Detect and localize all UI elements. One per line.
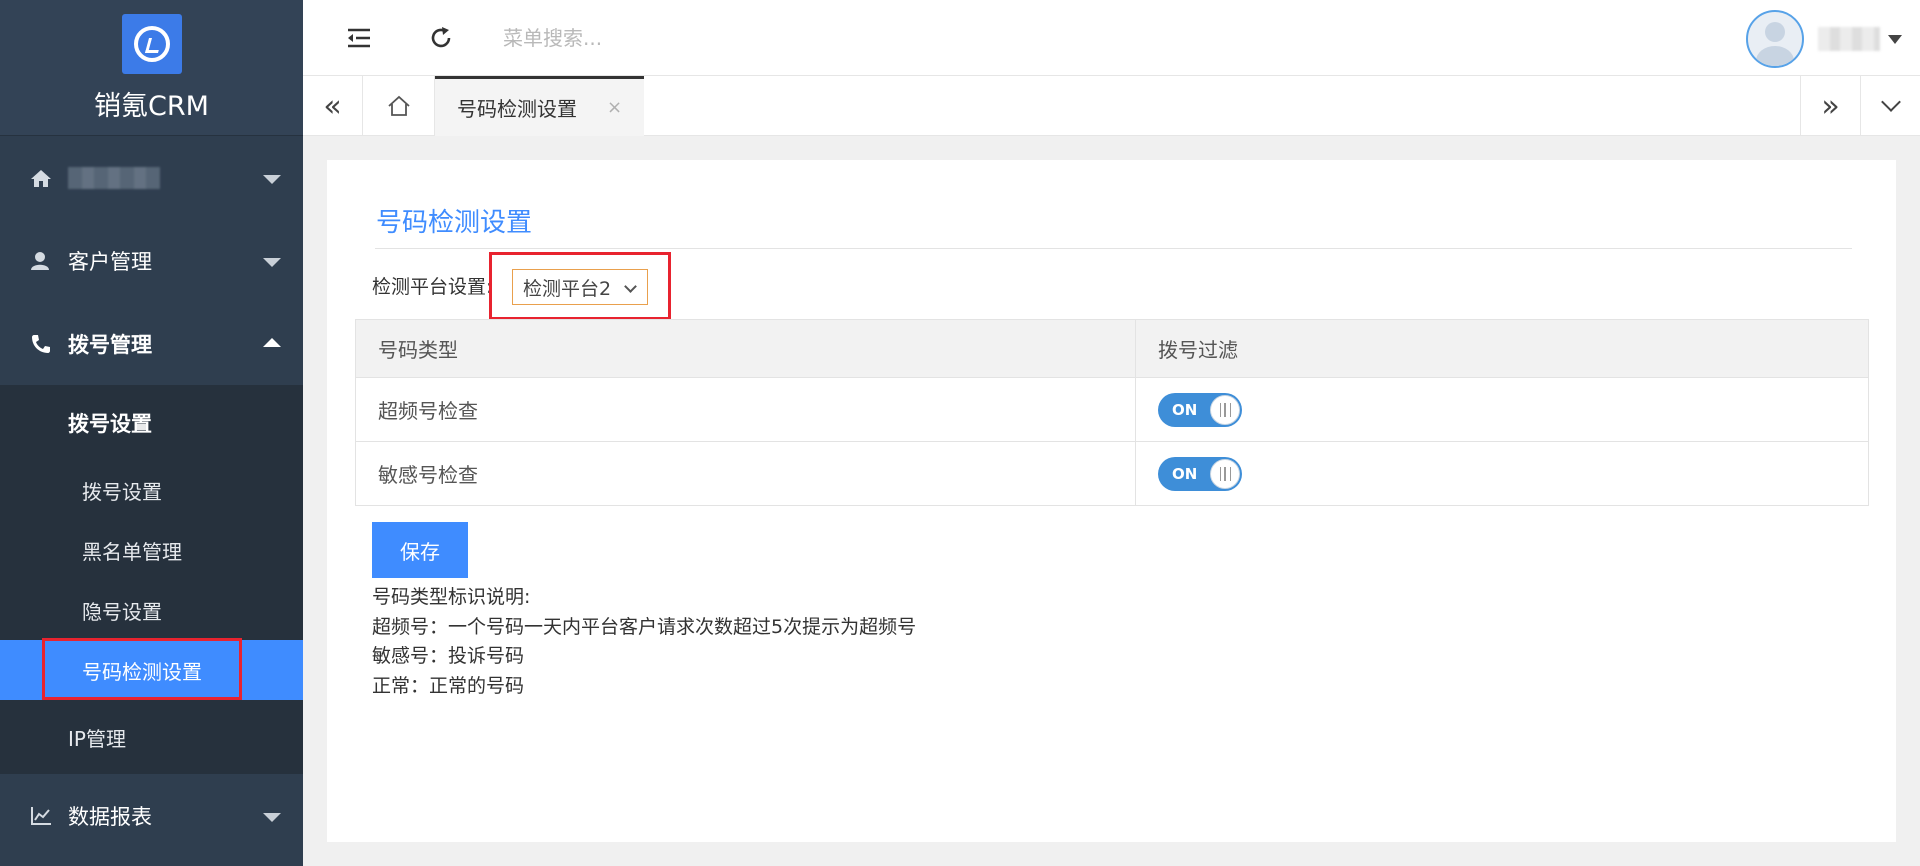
toggle-state: ON	[1172, 464, 1198, 483]
sidebar-item-dial-settings[interactable]: 拨号设置	[0, 460, 303, 520]
table-row: 超频号检查 ON	[355, 377, 1869, 442]
sidebar-item-label: 拨号管理	[68, 332, 152, 357]
sidebar-item-hidden-number[interactable]: 隐号设置	[0, 580, 303, 640]
sidebar-item-ip[interactable]: IP管理	[0, 700, 303, 774]
menu-toggle-icon[interactable]	[339, 18, 379, 58]
notes-line: 号码类型标识说明:	[372, 586, 531, 608]
toggle-knob	[1210, 458, 1240, 489]
column-header: 号码类型	[355, 319, 1136, 378]
submenu-header-dial-settings[interactable]: 拨号设置	[0, 385, 303, 460]
sidebar-item-label: 数据报表	[68, 804, 152, 829]
phone-icon	[28, 333, 54, 355]
sensitive-check-toggle[interactable]: ON	[1158, 456, 1242, 491]
brand: 销氪CRM	[0, 0, 303, 136]
table-row: 敏感号检查 ON	[355, 441, 1869, 506]
caret-down-icon[interactable]	[1888, 34, 1902, 44]
sidebar-item-blacklist[interactable]: 黑名单管理	[0, 520, 303, 580]
frequency-check-toggle[interactable]: ON	[1158, 392, 1242, 427]
refresh-icon[interactable]	[421, 18, 461, 58]
user-icon	[28, 250, 54, 272]
user-name-redacted	[1818, 27, 1880, 51]
sidebar-item-label: 客户管理	[68, 249, 152, 274]
toggle-knob	[1210, 394, 1240, 425]
dialing-submenu: 拨号设置 拨号设置 黑名单管理 隐号设置 号码检测设置 IP管理	[0, 385, 303, 774]
sidebar-item-dialing[interactable]: 拨号管理	[0, 302, 303, 385]
number-type-cell: 超频号检查	[355, 377, 1136, 442]
user-menu[interactable]	[1746, 10, 1902, 68]
filter-cell: ON	[1135, 377, 1869, 442]
avatar[interactable]	[1746, 10, 1804, 68]
notes-line: 正常：正常的号码	[372, 674, 525, 697]
caret-down-icon	[263, 812, 281, 822]
highlight-box	[42, 638, 242, 700]
sidebar-item-reports[interactable]: 数据报表	[0, 774, 303, 857]
platform-select[interactable]: 检测平台2	[512, 269, 648, 305]
divider	[375, 248, 1852, 249]
notes: 号码类型标识说明: 超频号：一个号码一天内平台客户请求次数超过5次提示为超频号 …	[372, 583, 916, 701]
notes-line: 敏感号：投诉号码	[372, 645, 525, 667]
caret-up-icon	[263, 337, 281, 347]
notes-line: 超频号：一个号码一天内平台客户请求次数超过5次提示为超频号	[372, 615, 917, 638]
caret-down-icon	[263, 257, 281, 267]
page-title: 号码检测设置	[376, 208, 533, 238]
number-check-table: 号码类型 拨号过滤 超频号检查 ON 敏感号检查 ON	[355, 319, 1869, 506]
caret-down-icon	[263, 174, 281, 184]
topbar	[303, 0, 1920, 76]
filter-cell: ON	[1135, 441, 1869, 506]
sidebar-item-label-redacted	[68, 166, 160, 189]
tabs-menu-icon[interactable]	[1860, 76, 1920, 136]
brand-title: 销氪CRM	[94, 91, 209, 122]
highlight-box: 检测平台2	[489, 252, 671, 320]
column-header: 拨号过滤	[1135, 319, 1869, 378]
save-button[interactable]: 保存	[372, 522, 468, 578]
chart-icon	[28, 805, 54, 827]
sidebar: 销氪CRM 客户管理 拨号管理 拨号设置 拨号设置 黑名单管理 隐号设置 号码检…	[0, 0, 303, 866]
tab-label: 号码检测设置	[457, 97, 577, 121]
table-header-row: 号码类型 拨号过滤	[355, 319, 1869, 378]
content-panel: 号码检测设置 检测平台设置: 检测平台2 号码类型 拨号过滤 超频号检查 ON …	[327, 160, 1896, 842]
chevron-down-icon	[624, 280, 637, 293]
sidebar-item-customers[interactable]: 客户管理	[0, 219, 303, 302]
tabs-scroll-left-icon[interactable]: «	[303, 76, 363, 136]
sidebar-item-number-check[interactable]: 号码检测设置	[0, 638, 303, 700]
toggle-state: ON	[1172, 400, 1198, 419]
number-type-cell: 敏感号检查	[355, 441, 1136, 506]
tab-bar: « 号码检测设置 × »	[303, 76, 1920, 136]
sidebar-item-home[interactable]	[0, 136, 303, 219]
tab-bar-right: »	[1800, 76, 1920, 136]
logo-icon	[121, 14, 182, 74]
home-icon	[28, 167, 54, 189]
home-tab-icon[interactable]	[363, 76, 435, 136]
submenu-header-label: 拨号设置	[68, 411, 152, 436]
menu-search-input[interactable]	[503, 25, 803, 50]
tab-number-check[interactable]: 号码检测设置 ×	[435, 76, 645, 136]
close-icon[interactable]: ×	[607, 97, 622, 118]
platform-label: 检测平台设置:	[372, 276, 493, 298]
tabs-scroll-right-icon[interactable]: »	[1800, 76, 1860, 136]
platform-select-value: 检测平台2	[523, 277, 612, 300]
